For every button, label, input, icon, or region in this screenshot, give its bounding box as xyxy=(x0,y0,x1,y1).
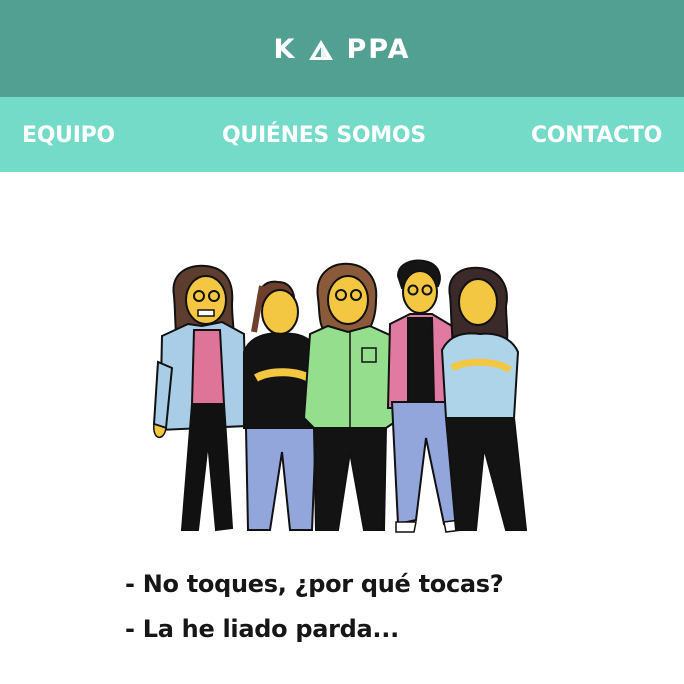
nav-link-equipo[interactable]: EQUIPO xyxy=(22,123,115,149)
site-logo[interactable]: K PPA xyxy=(274,34,411,65)
person-1 xyxy=(152,264,248,532)
site-header: K PPA xyxy=(0,0,684,97)
quote-line-2: - La he liado parda... xyxy=(125,615,399,643)
quote-line-1: - No toques, ¿por qué tocas? xyxy=(125,570,504,598)
main-navigation: EQUIPO QUIÉNES SOMOS CONTACTO xyxy=(0,97,684,172)
person-3 xyxy=(302,262,400,531)
nav-link-contacto[interactable]: CONTACTO xyxy=(531,123,662,149)
logo-letters-ppa: PPA xyxy=(346,34,411,65)
nav-link-quienes-somos[interactable]: QUIÉNES SOMOS xyxy=(222,123,426,149)
logo-letter-k: K xyxy=(273,34,297,65)
quote-text: - No toques, ¿por qué tocas? - La he lia… xyxy=(125,562,665,652)
person-5 xyxy=(440,266,528,531)
team-illustration xyxy=(152,259,528,533)
triangle-logo-icon xyxy=(309,39,334,60)
